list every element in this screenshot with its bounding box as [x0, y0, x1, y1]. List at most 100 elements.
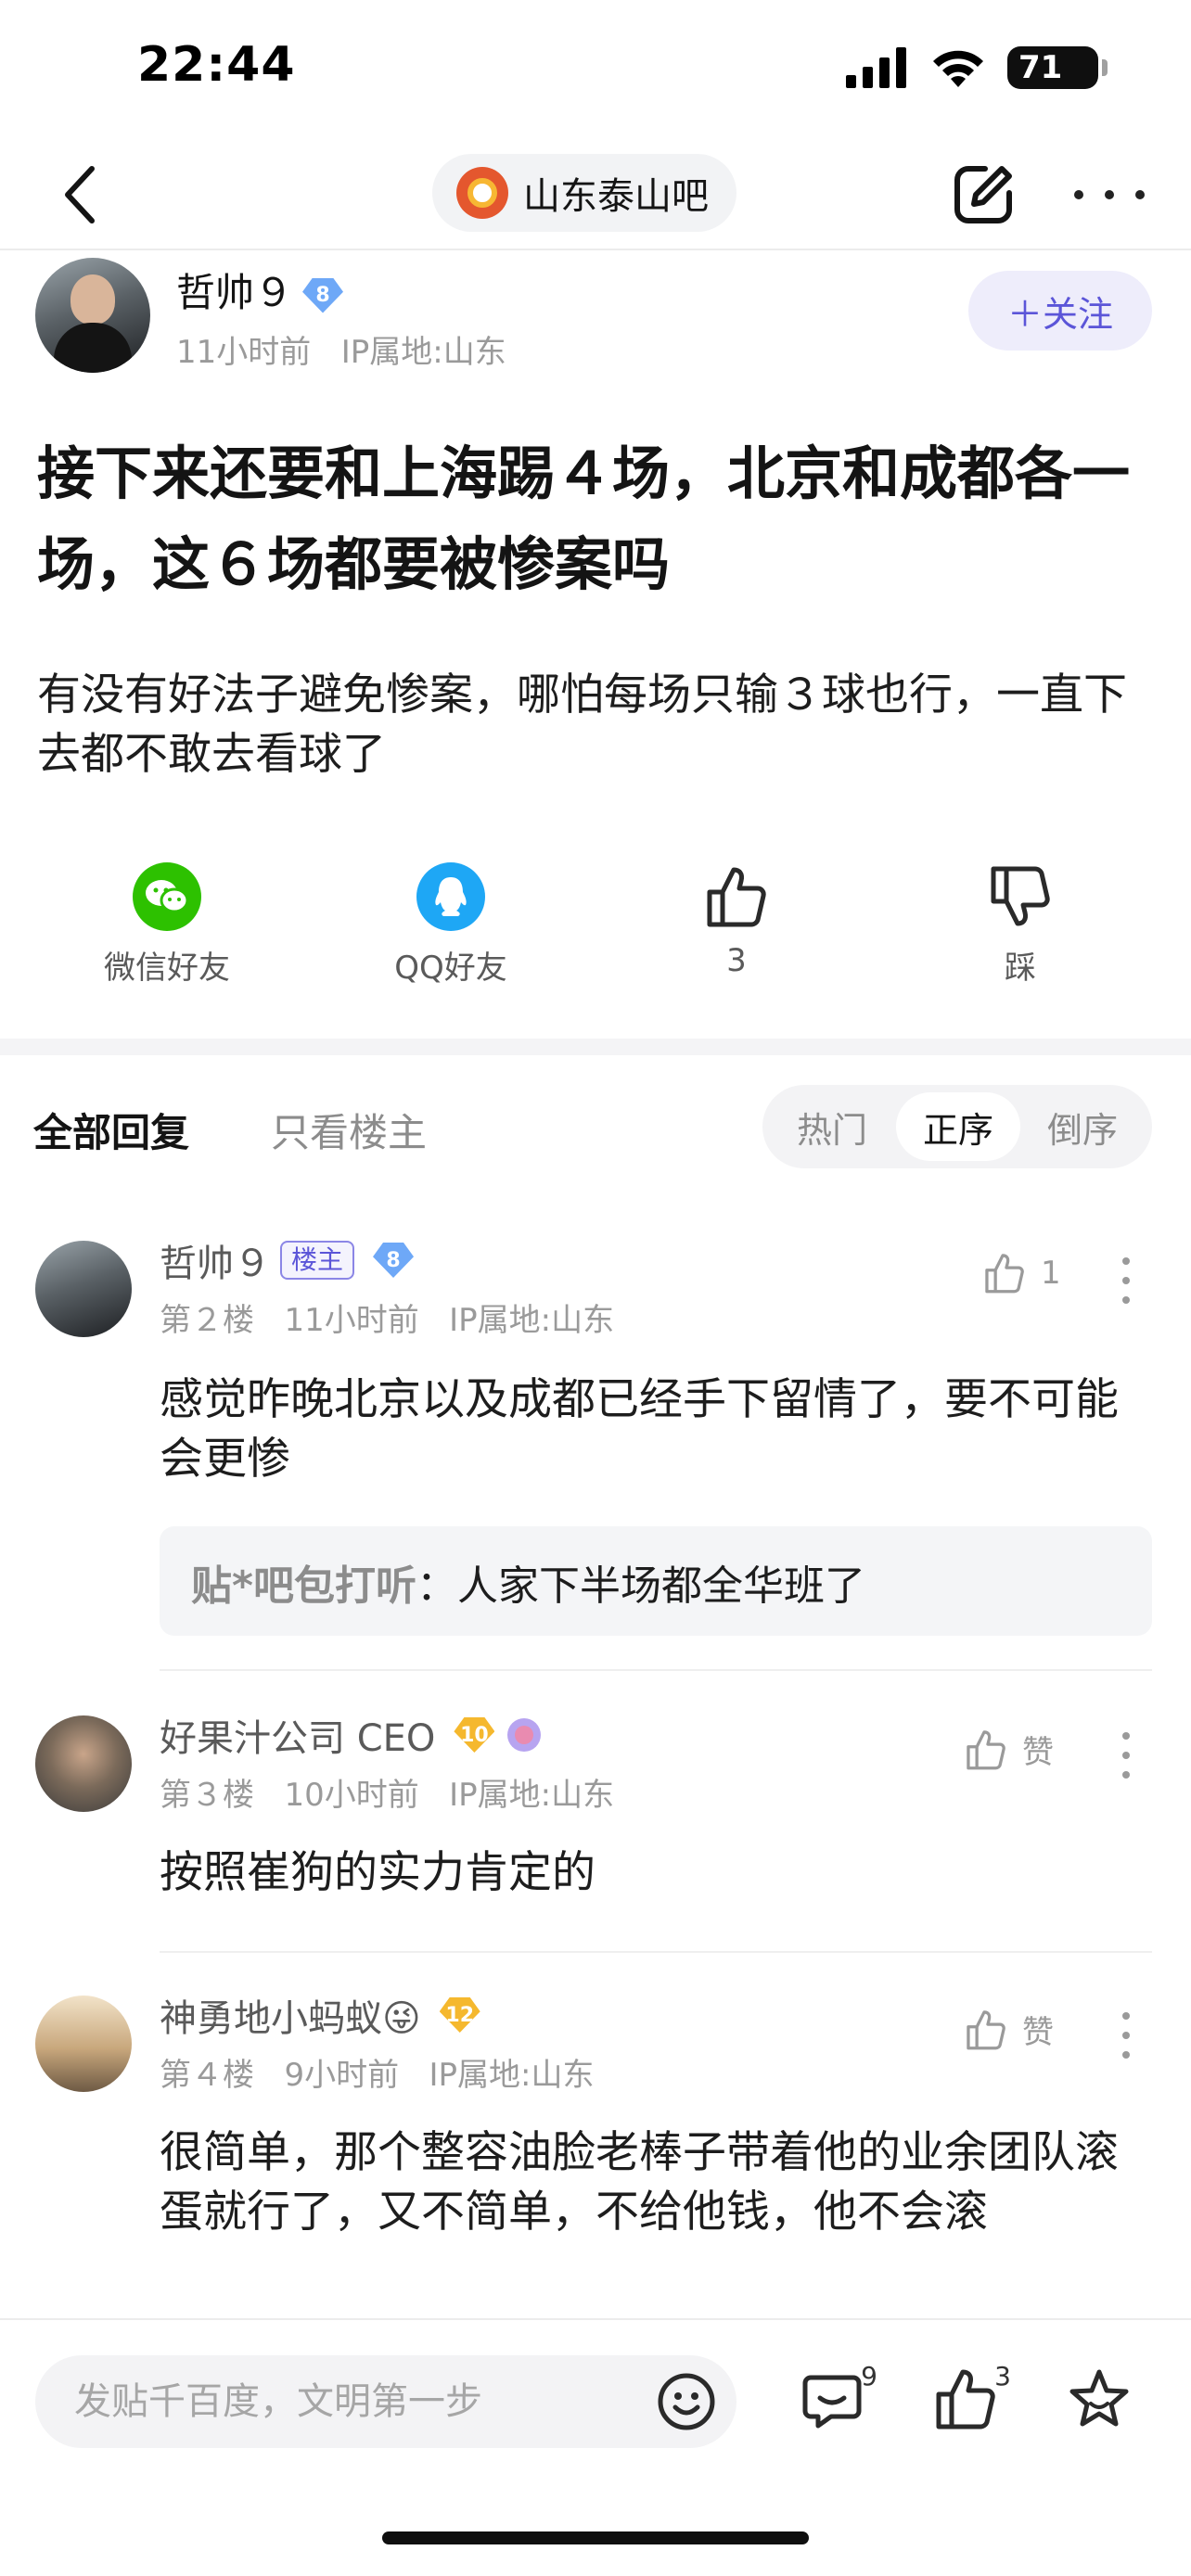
thumbs-up-icon	[936, 2369, 995, 2429]
share-row: 微信好友 QQ好友 3 踩	[0, 862, 1191, 992]
avatar[interactable]	[35, 1241, 132, 1337]
home-indicator[interactable]	[382, 2531, 809, 2544]
reply-like-button[interactable]: 赞	[965, 1727, 1054, 1772]
sub-reply-text: ：人家下半场都全华班了	[416, 1562, 866, 1610]
level-badge: 8	[302, 277, 344, 313]
reply-time: 10小时前	[284, 1777, 419, 1814]
comment-icon	[802, 2375, 862, 2429]
edit-icon	[954, 166, 1012, 223]
qq-icon	[416, 862, 485, 931]
sub-reply-author: 贴*吧包打听	[191, 1562, 417, 1610]
reply-more-button[interactable]	[1121, 2012, 1132, 2059]
reply-ip: IP属地:山东	[429, 2057, 595, 2094]
reply-author-name: 神勇地小蚂蚁😜	[160, 1997, 421, 2040]
author-name[interactable]: 哲帅９ 8	[176, 261, 344, 318]
post-title: 接下来还要和上海踢４场，北京和成都各一场，这６场都要被惨案吗	[37, 440, 1131, 598]
section-divider	[0, 1039, 1191, 1055]
medal-icon	[507, 1718, 542, 1752]
post-author-header: 哲帅９ 8 11小时前 IP属地:山东 ＋关注	[0, 252, 1191, 382]
sort-descending[interactable]: 倒序	[1020, 1092, 1145, 1161]
post-meta: 11小时前 IP属地:山东	[176, 326, 506, 372]
reply-author-name: 好果汁公司 CEO	[160, 1717, 436, 1760]
like-button[interactable]: 3	[634, 862, 839, 979]
reply-item: 神勇地小蚂蚁😜 12 第４楼 9小时前 IP属地:山东 赞 很简单，那个整容油脸…	[0, 1988, 1191, 2313]
status-time: 22:44	[137, 37, 296, 93]
reply-like-button[interactable]: 赞	[965, 2007, 1054, 2052]
status-icons: 71	[846, 45, 1108, 91]
reply-floor: 第２楼	[160, 1302, 254, 1339]
reply-author[interactable]: 哲帅９ 楼主 8	[160, 1233, 415, 1287]
share-wechat-button[interactable]: 微信好友	[65, 862, 269, 988]
forum-link[interactable]: 山东泰山吧	[432, 154, 736, 232]
bottom-action-bar: 9 3	[0, 2318, 1191, 2576]
reply-text: 感觉昨晚北京以及成都已经手下留情了，要不可能会更惨	[160, 1374, 1119, 1485]
reply-text: 按照崔狗的实力肯定的	[160, 1847, 596, 1898]
dislike-button[interactable]: 踩	[918, 862, 1122, 988]
thumbs-up-icon	[967, 1729, 1005, 1769]
author-name-text: 哲帅９	[176, 270, 294, 315]
reply-input-wrapper	[35, 2355, 736, 2448]
reply-more-button[interactable]	[1121, 1732, 1132, 1779]
dislike-label: 踩	[1005, 950, 1036, 987]
avatar[interactable]	[35, 258, 150, 373]
sort-hot[interactable]: 热门	[770, 1092, 894, 1161]
dot-icon	[1105, 190, 1114, 199]
post-time: 11小时前	[176, 334, 312, 371]
reply-item: 好果汁公司 CEO 10 第３楼 10小时前 IP属地:山东 赞 按照崔狗的实力…	[0, 1708, 1191, 1931]
reply-meta: 第４楼 9小时前 IP属地:山东	[160, 2049, 595, 2095]
thumbs-down-icon	[986, 862, 1055, 931]
reply-author[interactable]: 神勇地小蚂蚁😜 12	[160, 1988, 480, 2042]
share-qq-button[interactable]: QQ好友	[349, 862, 553, 988]
wifi-icon	[933, 50, 983, 87]
avatar[interactable]	[35, 1996, 132, 2092]
bottom-like-button[interactable]: 3	[933, 2361, 1011, 2441]
favorite-button[interactable]	[1067, 2366, 1141, 2441]
status-bar: 22:44 71	[0, 0, 1191, 139]
post-body: 有没有好法子避免惨案，哪怕每场只输３球也行，一直下去都不敢去看球了	[37, 670, 1127, 780]
reply-more-button[interactable]	[1121, 1257, 1132, 1304]
reply-floor: 第４楼	[160, 2057, 254, 2094]
emoji-icon[interactable]	[657, 2372, 716, 2431]
reply-input[interactable]	[74, 2355, 649, 2448]
like-count: 3	[726, 942, 747, 979]
reply-divider	[160, 1669, 1152, 1671]
thumbs-up-icon	[702, 862, 771, 931]
edit-share-button[interactable]	[948, 159, 1018, 230]
chevron-left-icon	[65, 166, 95, 223]
reply-ip: IP属地:山东	[449, 1777, 615, 1814]
reply-time: 11小时前	[284, 1302, 419, 1339]
back-button[interactable]	[48, 158, 113, 232]
reply-author-name: 哲帅９	[160, 1243, 271, 1285]
comments-button[interactable]: 9	[800, 2361, 877, 2441]
follow-button[interactable]: ＋关注	[968, 271, 1152, 351]
dot-icon	[1135, 190, 1145, 199]
forum-name: 山东泰山吧	[523, 175, 709, 218]
more-button[interactable]	[1074, 159, 1145, 230]
reply-floor: 第３楼	[160, 1777, 254, 1814]
cellular-signal-icon	[846, 47, 906, 88]
post-ip: IP属地:山东	[340, 334, 506, 371]
wechat-icon	[133, 862, 201, 931]
tab-all-replies[interactable]: 全部回复	[33, 1102, 189, 1158]
share-label: 微信好友	[104, 950, 230, 987]
sort-ascending[interactable]: 正序	[896, 1092, 1020, 1161]
nav-bar: 山东泰山吧	[0, 139, 1191, 250]
forum-logo-icon	[456, 167, 508, 219]
share-label: QQ好友	[394, 950, 507, 987]
thumbs-up-icon	[967, 2009, 1005, 2049]
reply-text: 很简单，那个整容油脸老棒子带着他的业余团队滚蛋就行了，又不简单，不给他钱，他不会…	[160, 2127, 1119, 2238]
reply-divider	[160, 1951, 1152, 1953]
reply-meta: 第３楼 10小时前 IP属地:山东	[160, 1769, 614, 1815]
star-icon	[1069, 2369, 1129, 2427]
avatar[interactable]	[35, 1715, 132, 1812]
tab-op-only[interactable]: 只看楼主	[271, 1102, 427, 1158]
comment-count: 9	[861, 2361, 877, 2391]
thumbs-up-icon	[985, 1254, 1024, 1294]
dot-icon	[1074, 190, 1083, 199]
reply-ip: IP属地:山东	[449, 1302, 615, 1339]
sort-toggle: 热门 正序 倒序	[762, 1085, 1152, 1168]
reply-author[interactable]: 好果汁公司 CEO 10	[160, 1708, 544, 1762]
sub-reply[interactable]: 贴*吧包打听：人家下半场都全华班了	[160, 1526, 1152, 1636]
level-badge: 8	[373, 1243, 415, 1278]
reply-like-button[interactable]: 1	[983, 1252, 1061, 1294]
